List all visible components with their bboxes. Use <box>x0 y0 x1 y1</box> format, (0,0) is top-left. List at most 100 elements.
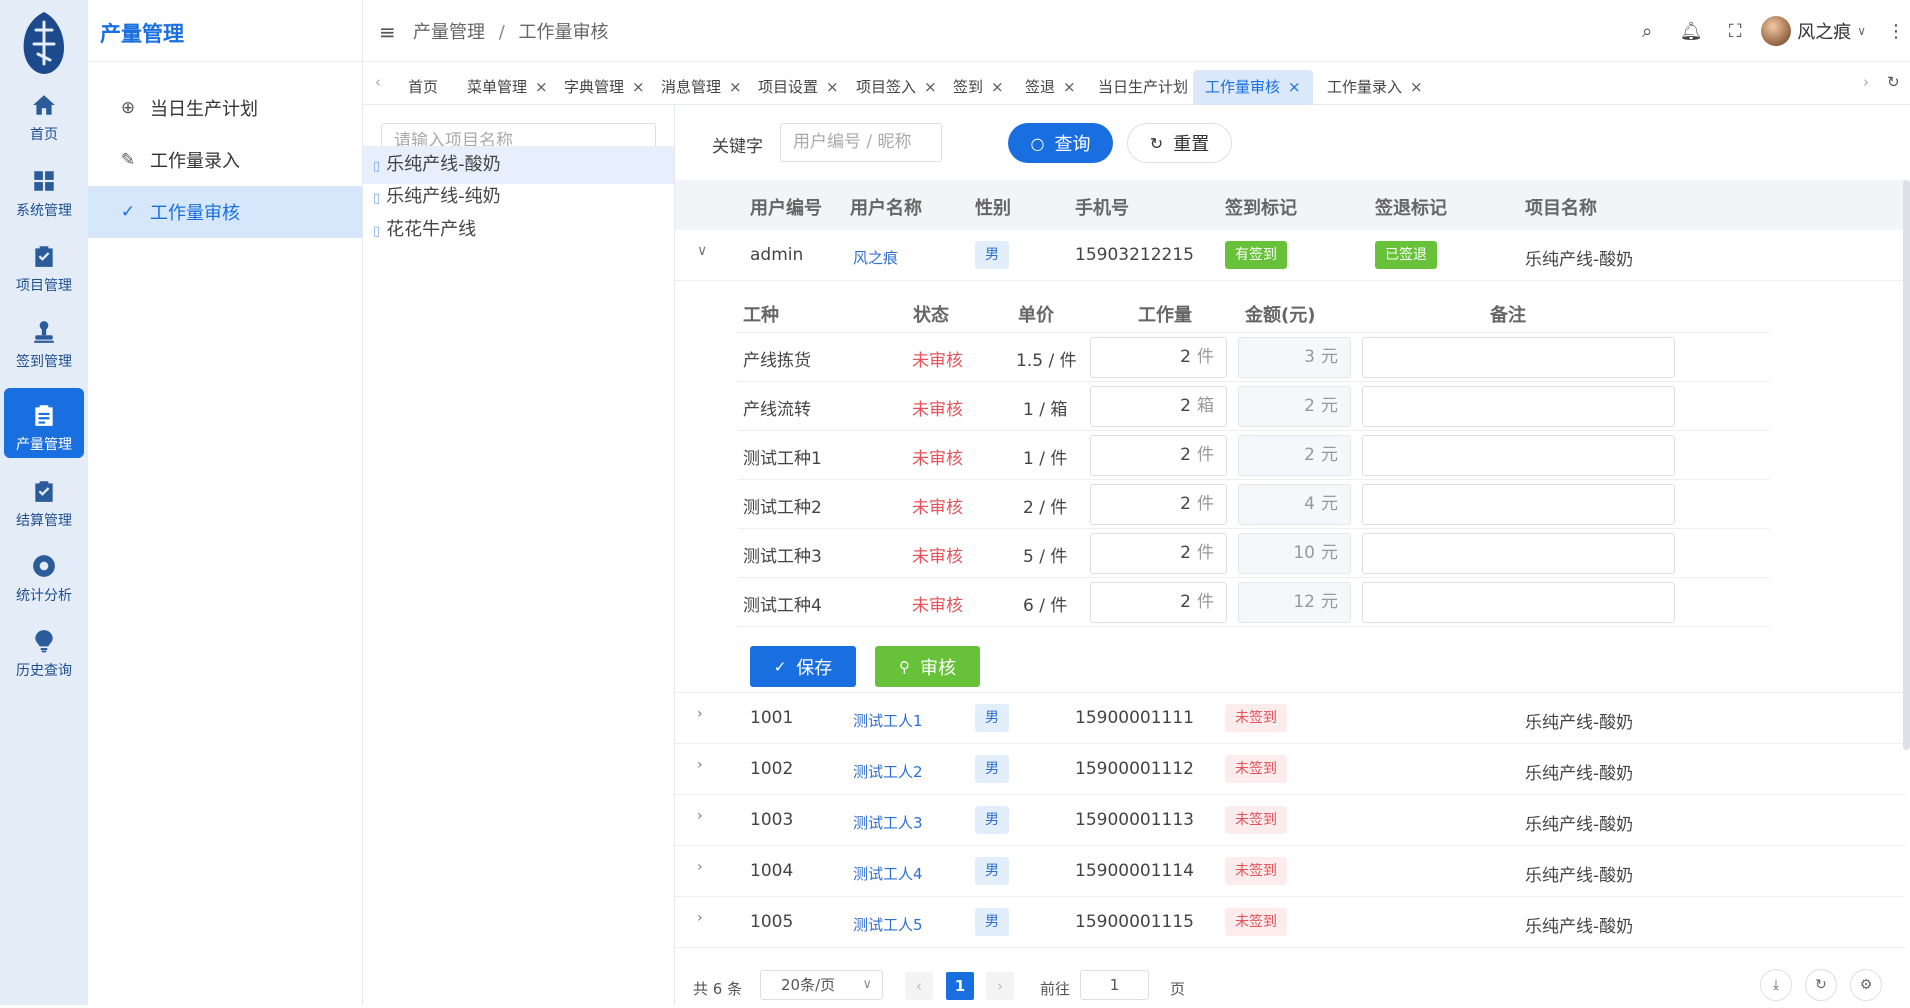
tab-project-checkin[interactable]: 项目签入 × <box>844 70 949 105</box>
user-name-link[interactable]: 风之痕 <box>853 247 898 268</box>
signin-tag: 未签到 <box>1225 908 1287 936</box>
close-icon[interactable]: × <box>729 78 742 96</box>
table-row[interactable]: › 1005 测试工人5 男 15900001115 未签到 乐纯产线-酸奶 <box>675 897 1905 948</box>
project-tree-panel: 请输入项目名称 ▯ 乐纯产线-酸奶 ▯ 乐纯产线-纯奶 ▯ 花花牛产线 <box>363 106 675 1005</box>
close-icon[interactable]: × <box>991 78 1004 96</box>
rail-item-history[interactable]: 历史查询 <box>4 614 84 684</box>
chevron-down-icon[interactable]: ∨ <box>1857 24 1866 38</box>
tab-signin[interactable]: 签到 × <box>941 70 1016 105</box>
table-scrollbar[interactable] <box>1903 180 1910 750</box>
gear-icon[interactable]: ⚙ <box>1850 969 1882 1001</box>
note-input[interactable] <box>1362 484 1675 525</box>
tab-scroll-right-icon[interactable]: › <box>1863 73 1869 91</box>
close-icon[interactable]: × <box>535 78 548 96</box>
rail-item-home[interactable]: 首页 <box>4 78 84 148</box>
fullscreen-icon[interactable]: ⛶ <box>1713 21 1757 42</box>
rail-item-settlement[interactable]: 结算管理 <box>4 464 84 534</box>
close-icon[interactable]: × <box>632 78 645 96</box>
quantity-input[interactable]: 2件 <box>1090 435 1227 476</box>
table-row[interactable]: › 1001 测试工人1 男 15900001111 未签到 乐纯产线-酸奶 <box>675 693 1905 744</box>
user-name[interactable]: 风之痕 <box>1797 18 1851 44</box>
user-name-link[interactable]: 测试工人2 <box>853 761 923 782</box>
search-icon[interactable]: ⌕ <box>1625 21 1669 42</box>
tab-signout[interactable]: 签退 × <box>1013 70 1088 105</box>
quantity-input[interactable]: 2件 <box>1090 533 1227 574</box>
prev-page-button[interactable]: ‹ <box>905 972 933 1000</box>
reset-button[interactable]: ↻ 重置 <box>1127 123 1232 163</box>
tab-message-manage[interactable]: 消息管理 × <box>649 70 754 105</box>
goto-page-input[interactable]: 1 <box>1080 970 1149 1000</box>
page-size-select[interactable]: 20条/页 ∨ <box>760 970 883 1000</box>
work-type: 测试工种4 <box>743 596 822 616</box>
save-button[interactable]: ✓ 保存 <box>750 646 856 687</box>
bell-icon[interactable]: 🔔︎ <box>1669 21 1713 42</box>
page-suffix: 页 <box>1170 980 1186 998</box>
close-icon[interactable]: × <box>1063 78 1076 96</box>
chevron-right-icon[interactable]: › <box>697 706 703 722</box>
tab-workload-entry[interactable]: 工作量录入 × <box>1315 70 1435 105</box>
note-input[interactable] <box>1362 386 1675 427</box>
amount-unit: 元 <box>1321 445 1338 465</box>
audit-button[interactable]: ⚲ 审核 <box>875 646 980 687</box>
quantity-input[interactable]: 2件 <box>1090 582 1227 623</box>
tab-dict-manage[interactable]: 字典管理 × <box>552 70 657 105</box>
tab-workload-audit[interactable]: 工作量审核 × <box>1193 70 1313 105</box>
rail-item-system[interactable]: 系统管理 <box>4 154 84 224</box>
note-input[interactable] <box>1362 337 1675 378</box>
download-icon[interactable]: ⤓ <box>1760 969 1792 1001</box>
avatar[interactable] <box>1761 16 1792 46</box>
lifebuoy-icon <box>33 555 55 577</box>
user-name-link[interactable]: 测试工人1 <box>853 710 923 731</box>
tab-scroll-left-icon[interactable]: ‹ <box>375 73 381 91</box>
refresh-icon[interactable]: ↻ <box>1887 73 1900 91</box>
breadcrumb-item[interactable]: 产量管理 <box>413 22 485 43</box>
clipboard-list-icon <box>35 405 53 426</box>
menu-item-daily-plan[interactable]: ⊕ 当日生产计划 <box>88 82 362 134</box>
unit-price: 6 / 件 <box>1023 596 1068 616</box>
table-row[interactable]: › 1004 测试工人4 男 15900001114 未签到 乐纯产线-酸奶 <box>675 846 1905 897</box>
chevron-down-icon[interactable]: ∨ <box>697 243 707 259</box>
user-name-link[interactable]: 测试工人5 <box>853 914 923 935</box>
note-input[interactable] <box>1362 582 1675 623</box>
keyword-input[interactable]: 用户编号 / 昵称 <box>780 123 942 162</box>
chevron-right-icon[interactable]: › <box>697 859 703 875</box>
breadcrumb: 产量管理 / 工作量审核 <box>413 18 609 44</box>
user-name-link[interactable]: 测试工人3 <box>853 812 923 833</box>
rail-item-project[interactable]: 项目管理 <box>4 229 84 299</box>
rail-item-output[interactable]: 产量管理 <box>4 388 84 458</box>
user-name-link[interactable]: 测试工人4 <box>853 863 923 884</box>
table-row[interactable]: ∨ admin 风之痕 男 15903212215 有签到 已签退 乐纯产线-酸… <box>675 230 1905 281</box>
close-icon[interactable]: × <box>826 78 839 96</box>
quantity-input[interactable]: 2件 <box>1090 484 1227 525</box>
column-header: 备注 <box>1490 305 1526 326</box>
chevron-right-icon[interactable]: › <box>697 757 703 773</box>
rail-item-statistics[interactable]: 统计分析 <box>4 539 84 609</box>
next-page-button[interactable]: › <box>986 972 1014 1000</box>
tab-menu-manage[interactable]: 菜单管理 × <box>455 70 560 105</box>
table-row[interactable]: › 1002 测试工人2 男 15900001112 未签到 乐纯产线-酸奶 <box>675 744 1905 795</box>
refresh-icon[interactable]: ↻ <box>1805 969 1837 1001</box>
quantity-input[interactable]: 2箱 <box>1090 386 1227 427</box>
column-header: 单价 <box>1018 305 1054 326</box>
close-icon[interactable]: × <box>1410 78 1423 96</box>
tab-project-settings[interactable]: 项目设置 × <box>746 70 851 105</box>
note-input[interactable] <box>1362 533 1675 574</box>
close-icon[interactable]: × <box>924 78 937 96</box>
query-button[interactable]: ○ 查询 <box>1008 123 1113 163</box>
rail-item-signin[interactable]: 签到管理 <box>4 305 84 375</box>
close-icon[interactable]: × <box>1288 78 1301 96</box>
chevron-right-icon[interactable]: › <box>697 808 703 824</box>
brand-logo <box>23 12 64 74</box>
tab-home[interactable]: 首页 <box>396 70 450 105</box>
menu-toggle-icon[interactable]: ≡ <box>379 20 396 44</box>
quantity-input[interactable]: 2件 <box>1090 337 1227 378</box>
table-row[interactable]: › 1003 测试工人3 男 15900001113 未签到 乐纯产线-酸奶 <box>675 795 1905 846</box>
query-button-label: 查询 <box>1054 134 1091 155</box>
chevron-right-icon[interactable]: › <box>697 910 703 926</box>
note-input[interactable] <box>1362 435 1675 476</box>
menu-item-workload-entry[interactable]: ✎ 工作量录入 <box>88 134 362 186</box>
menu-item-workload-audit[interactable]: ✓ 工作量审核 <box>88 186 362 238</box>
tree-item[interactable]: ▯ 花花牛产线 <box>363 211 674 249</box>
page-number-button[interactable]: 1 <box>946 972 974 1000</box>
more-vertical-icon[interactable]: ⋮ <box>1882 21 1910 42</box>
